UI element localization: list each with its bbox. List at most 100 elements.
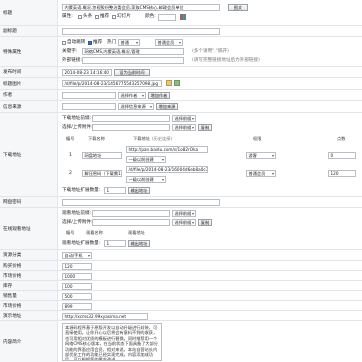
source-input[interactable] [62, 103, 116, 110]
intro-textarea[interactable]: 本源码程序基于原版开发以自动升级进行封装，可直接使用。让你开心以后将会有意料不到… [62, 323, 162, 361]
dl-row1-url[interactable]: http://pan.baidu.com/s/1o82rOka [126, 146, 208, 153]
dl-row2-url[interactable]: /d/file/p/2014-08-23/16004d6eb8a0c3129 [126, 166, 208, 173]
category-label: 资源分类 [0, 250, 58, 260]
dl-head-num: 编号 [66, 136, 75, 141]
ol-prefix-label: 观看地址前缀: [62, 211, 92, 216]
intro-label: 内容简介 [0, 321, 58, 362]
dl-upload-input[interactable] [92, 124, 170, 131]
stock-input[interactable]: 100 [62, 282, 92, 290]
title-color-label: 颜色: [145, 14, 156, 19]
market-price-label: 市场价格 [0, 301, 58, 310]
dl-row1-perm[interactable]: 游客 [246, 152, 276, 159]
dl-upload-label: 选择/上传附件: [62, 125, 93, 130]
palette-icon[interactable] [180, 14, 186, 20]
source-row: 信息来源 选择信息来源 增加来源 [0, 101, 362, 113]
sales-label: 销售量 [0, 291, 58, 300]
author-row: 作者 选择作者 增加作者 [0, 90, 362, 101]
category-select[interactable]: 自动/手机 [62, 252, 92, 259]
dl-row1-hist[interactable]: 一级以前创建 [126, 156, 166, 163]
author-input[interactable] [62, 92, 116, 99]
add-author-button[interactable]: 增加作者 [148, 92, 170, 99]
subtitle-label: 副标题 [0, 26, 58, 36]
keyword-input[interactable]: 网络CMS,内蒙英语,概况,管理 [82, 48, 184, 55]
ol-upload-label: 选择/上传附件: [62, 220, 93, 225]
market-price-input[interactable]: 899 [62, 302, 92, 310]
price-input[interactable]: 120 [62, 262, 92, 270]
source-select[interactable]: 选择信息来源 [118, 103, 154, 110]
ol-output-button[interactable]: 输出地址 [128, 240, 150, 247]
attr-checkbox-1[interactable] [78, 15, 82, 19]
dl-prefix-select[interactable]: 选择前缀 [172, 115, 196, 122]
special-select-1[interactable]: 普通 [118, 39, 140, 46]
dl-prefix-label: 下载地址前缀: [62, 116, 92, 121]
image-select-icon[interactable] [166, 80, 172, 86]
link-label: 外部链接: [62, 58, 82, 63]
attr-label-2: 推荐 [100, 14, 110, 19]
demo-input[interactable]: http://xcms32.99xyasima.net [62, 312, 148, 320]
ol-more-label: 观看地址扩展数量: [62, 241, 101, 246]
attr-label-3: 幻灯片 [117, 14, 131, 19]
ol-upload-input[interactable] [92, 219, 170, 226]
dl-row1-points[interactable]: 0 [328, 152, 356, 159]
special-label: 特殊属性 [0, 37, 58, 66]
dl-row1-num: 1 [69, 153, 72, 158]
orig-price-input[interactable]: 1000 [62, 272, 92, 280]
dl-more-input[interactable]: 1 [104, 187, 126, 194]
special-opt-checkbox-2[interactable] [88, 41, 92, 45]
special-opt-checkbox-1[interactable] [62, 41, 66, 45]
dl-row2-num: 2 [69, 171, 72, 176]
ol-head-num: 编号 [66, 230, 75, 235]
category-row: 资源分类 自动/手机 [0, 250, 362, 261]
pwd-row: 网盘密码 [0, 197, 362, 208]
special-opt-label-2: 推荐 [93, 40, 103, 45]
pwd-input[interactable] [62, 199, 220, 206]
special-select-2[interactable]: 普通会员 [155, 39, 183, 46]
title-input[interactable]: 内蒙英语.概况.忽视股份整治委会员,家族CMS核心,邮政会员单位 [62, 4, 220, 11]
online-row: 在线观看地址 观看地址前缀: 选择前缀 选择/上传附件: 选择前缀 复制 编号 … [0, 208, 362, 250]
ol-more-input[interactable]: 1 [104, 240, 126, 247]
price-row: 购买价格 120 [0, 261, 362, 271]
ol-copy-button[interactable]: 复制 [198, 219, 212, 226]
thumb-input[interactable]: /d/file/p/2014-08-23/1456775543257098.jp… [62, 80, 162, 87]
stock-row: 库存 100 [0, 281, 362, 291]
author-select[interactable]: 选择作者 [118, 92, 146, 99]
download-label: 下载地址 [0, 113, 58, 196]
sales-row: 销售量 500 [0, 291, 362, 301]
add-source-button[interactable]: 增加来源 [156, 103, 178, 110]
special-opt-label-1: 自动跳转 [67, 40, 86, 45]
date-input[interactable]: 2014-08-23 14:16:40 [62, 69, 112, 76]
dl-upload-select[interactable]: 选择前缀 [172, 124, 196, 131]
title-color-input[interactable] [158, 14, 176, 21]
dl-row2-points[interactable]: 120 [328, 170, 356, 177]
date-row: 发布时间 2014-08-23 14:16:40 设为当前时间 [0, 67, 362, 78]
image-preview-icon[interactable] [174, 80, 180, 86]
thumb-label: 标题图片 [0, 78, 58, 89]
dl-row2-hist[interactable]: 一级以前创建 [126, 176, 166, 183]
ol-prefix-input[interactable] [92, 210, 170, 217]
keyword-hint: (多个请用","隔开) [192, 49, 229, 54]
attr-checkbox-3[interactable] [112, 15, 116, 19]
sales-input[interactable]: 500 [62, 292, 92, 300]
dl-row2-name[interactable]: 解压密码（下载需12 [82, 170, 122, 177]
set-now-button[interactable]: 设为当前时间 [114, 69, 150, 76]
attr-label-1: 头条 [83, 14, 93, 19]
dl-copy-button[interactable]: 复制 [198, 124, 212, 131]
ol-upload-select[interactable]: 选择前缀 [172, 219, 196, 226]
special-row: 特殊属性 自动跳转 推荐 热门 普通 普通会员 关键字: 网络CMS,内蒙英语,… [0, 37, 362, 67]
dl-prefix-input[interactable] [92, 115, 170, 122]
ol-prefix-select[interactable]: 选择前缀 [172, 210, 196, 217]
dl-output-button[interactable]: 输出地址 [128, 187, 150, 194]
dl-head-url: 下载地址 [133, 136, 150, 141]
title-preview-button[interactable]: 图文 [228, 4, 248, 11]
dl-head-name: 下载名称 [88, 136, 105, 141]
ol-head-name: 观看名称 [86, 230, 103, 235]
dl-row2-perm[interactable]: 普通会员 [246, 170, 276, 177]
link-input[interactable] [82, 57, 184, 64]
price-label: 购买价格 [0, 261, 58, 270]
author-label: 作者 [0, 90, 58, 100]
title-attr-label: 属性: [62, 14, 73, 19]
dl-row1-name[interactable]: 网盘地址 [82, 152, 122, 159]
attr-checkbox-2[interactable] [95, 15, 99, 19]
special-opt-label-3: 热门 [107, 40, 117, 45]
subtitle-input[interactable] [62, 28, 220, 35]
